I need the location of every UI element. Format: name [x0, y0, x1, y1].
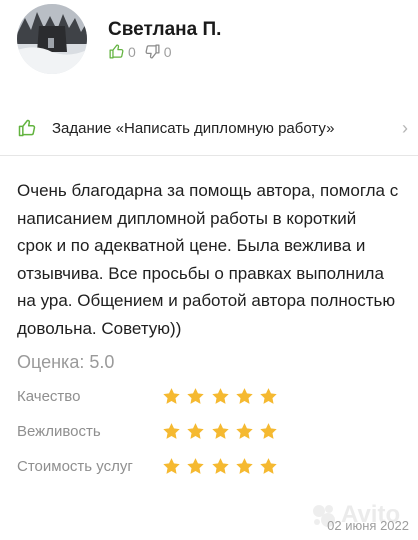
star-icon	[236, 422, 253, 439]
star-icon	[260, 387, 277, 404]
star-icon	[236, 457, 253, 474]
rating-row: Стоимость услуг	[17, 454, 283, 478]
star-icon	[163, 387, 180, 404]
star-rating	[162, 457, 283, 476]
dislike-button[interactable]: 0	[144, 43, 172, 60]
star-icon	[187, 457, 204, 474]
star-icon	[260, 422, 277, 439]
review-text: Очень благодарна за помощь автора, помог…	[17, 181, 399, 338]
author-avatar[interactable]	[17, 4, 87, 74]
star-rating	[162, 387, 283, 406]
thumbs-down-icon	[145, 44, 160, 59]
star-icon	[236, 387, 253, 404]
star-icon	[187, 422, 204, 439]
dislikes-count: 0	[163, 43, 172, 60]
star-icon	[211, 387, 229, 404]
avatar-photo	[17, 4, 87, 74]
rating-label: Стоимость услуг	[17, 457, 133, 475]
star-icon	[163, 422, 180, 439]
rating-row: Вежливость	[17, 419, 283, 443]
author-name: Светлана П.	[108, 19, 222, 40]
like-button[interactable]: 0	[108, 43, 136, 60]
likes-count: 0	[128, 43, 136, 60]
thumbs-up-icon	[109, 44, 124, 59]
rating-label: Вежливость	[17, 422, 101, 440]
task-link[interactable]: Задание «Написать дипломную работу» ›	[0, 110, 418, 150]
rating-label: Качество	[17, 387, 81, 405]
task-title: Задание «Написать дипломную работу»	[52, 120, 335, 137]
star-rating	[162, 422, 283, 441]
vote-counters: 0 0	[108, 43, 180, 60]
rating-title: Оценка: 5.0	[17, 352, 115, 372]
review-date: 02 июня 2022	[327, 518, 409, 533]
star-icon	[260, 457, 277, 474]
star-icon	[211, 457, 229, 474]
thumbs-up-icon	[18, 119, 36, 137]
star-icon	[163, 457, 180, 474]
star-icon	[211, 422, 229, 439]
star-icon	[187, 387, 204, 404]
rating-row: Качество	[17, 384, 283, 408]
divider	[0, 155, 418, 156]
chevron-right-icon: ›	[402, 118, 408, 138]
